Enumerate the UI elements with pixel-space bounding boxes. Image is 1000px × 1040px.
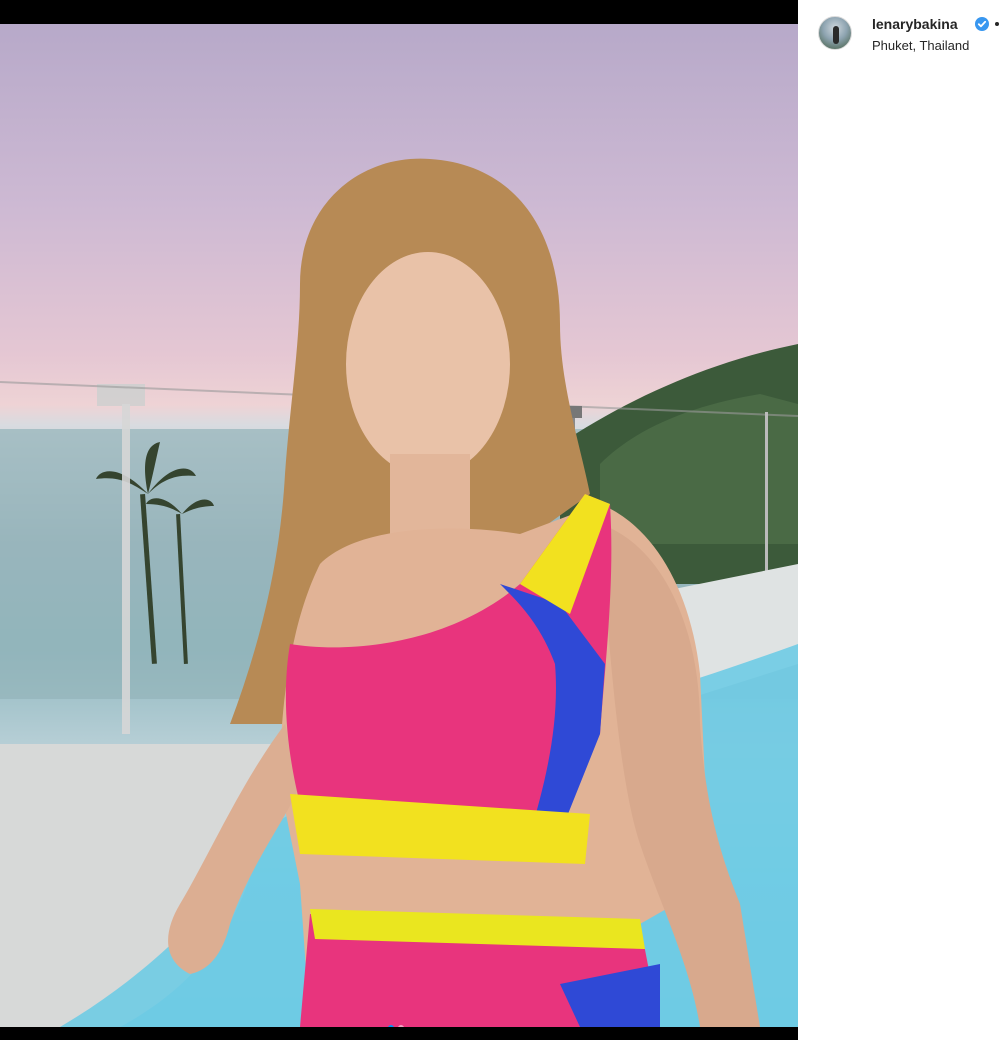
verified-badge-icon — [975, 17, 989, 31]
bottom-letterbox — [0, 1027, 798, 1040]
avatar-figure — [833, 26, 839, 44]
post-photo[interactable] — [0, 24, 798, 1027]
photo-illustration — [0, 158, 798, 1027]
profile-avatar[interactable] — [818, 16, 852, 50]
post-header-panel: lenarybakina Phuket, Thailand — [798, 0, 1000, 1040]
more-options-icon[interactable] — [995, 22, 999, 26]
location-link[interactable]: Phuket, Thailand — [872, 38, 969, 53]
username-link[interactable]: lenarybakina — [872, 16, 958, 32]
top-letterbox — [0, 0, 798, 24]
